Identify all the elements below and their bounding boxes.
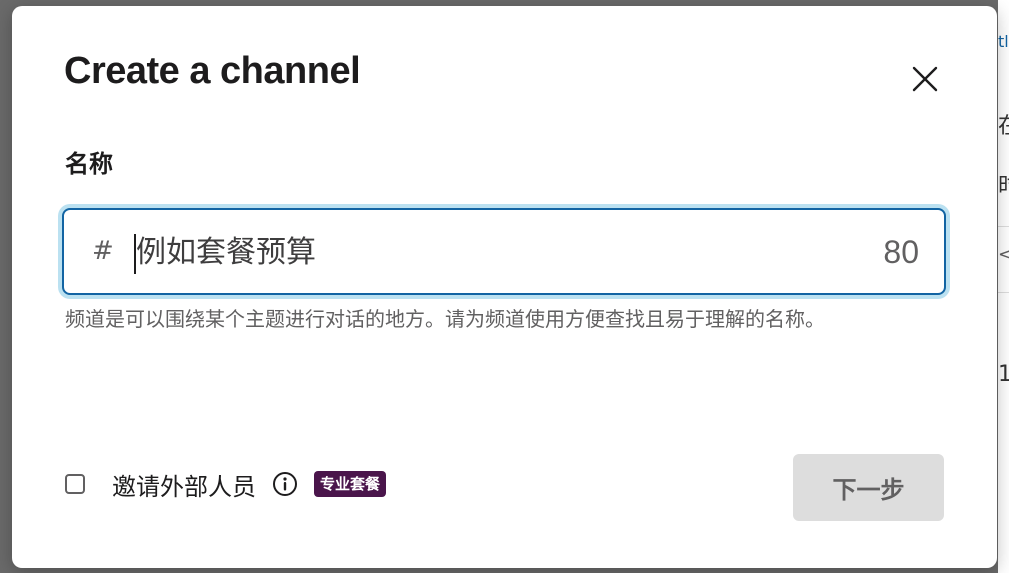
char-remaining-count: 80: [883, 234, 919, 270]
next-button[interactable]: 下一步: [793, 454, 944, 521]
channel-name-input[interactable]: [136, 226, 856, 278]
background-text-fragment: 在: [998, 108, 1009, 140]
channel-name-field[interactable]: # 80: [62, 208, 946, 295]
close-icon: [912, 66, 938, 92]
background-chevron-icon: <: [998, 244, 1009, 265]
invite-external-row: 邀请外部人员 专业套餐: [65, 464, 387, 504]
name-field-label: 名称: [65, 150, 113, 178]
background-divider: [998, 292, 1009, 293]
background-text-fragment: 1: [998, 362, 1009, 387]
background-app: tl 在 时 < 1: [998, 0, 1009, 573]
background-divider: [998, 226, 1009, 227]
create-channel-dialog: Create a channel 名称 # 80 频道是可以围绕某个主题进行对话…: [12, 6, 997, 568]
invite-external-label[interactable]: 邀请外部人员: [112, 467, 256, 502]
background-text-fragment: 时: [998, 168, 1009, 200]
name-help-text: 频道是可以围绕某个主题进行对话的地方。请为频道使用方便查找且易于理解的名称。: [65, 307, 825, 331]
invite-external-checkbox[interactable]: [65, 474, 85, 494]
dialog-title: Create a channel: [64, 50, 361, 92]
hash-prefix-icon: #: [92, 236, 114, 266]
close-button[interactable]: [905, 59, 945, 99]
background-link-fragment: tl: [998, 32, 1009, 51]
pro-plan-badge: 专业套餐: [314, 471, 387, 497]
info-icon[interactable]: [270, 469, 300, 499]
